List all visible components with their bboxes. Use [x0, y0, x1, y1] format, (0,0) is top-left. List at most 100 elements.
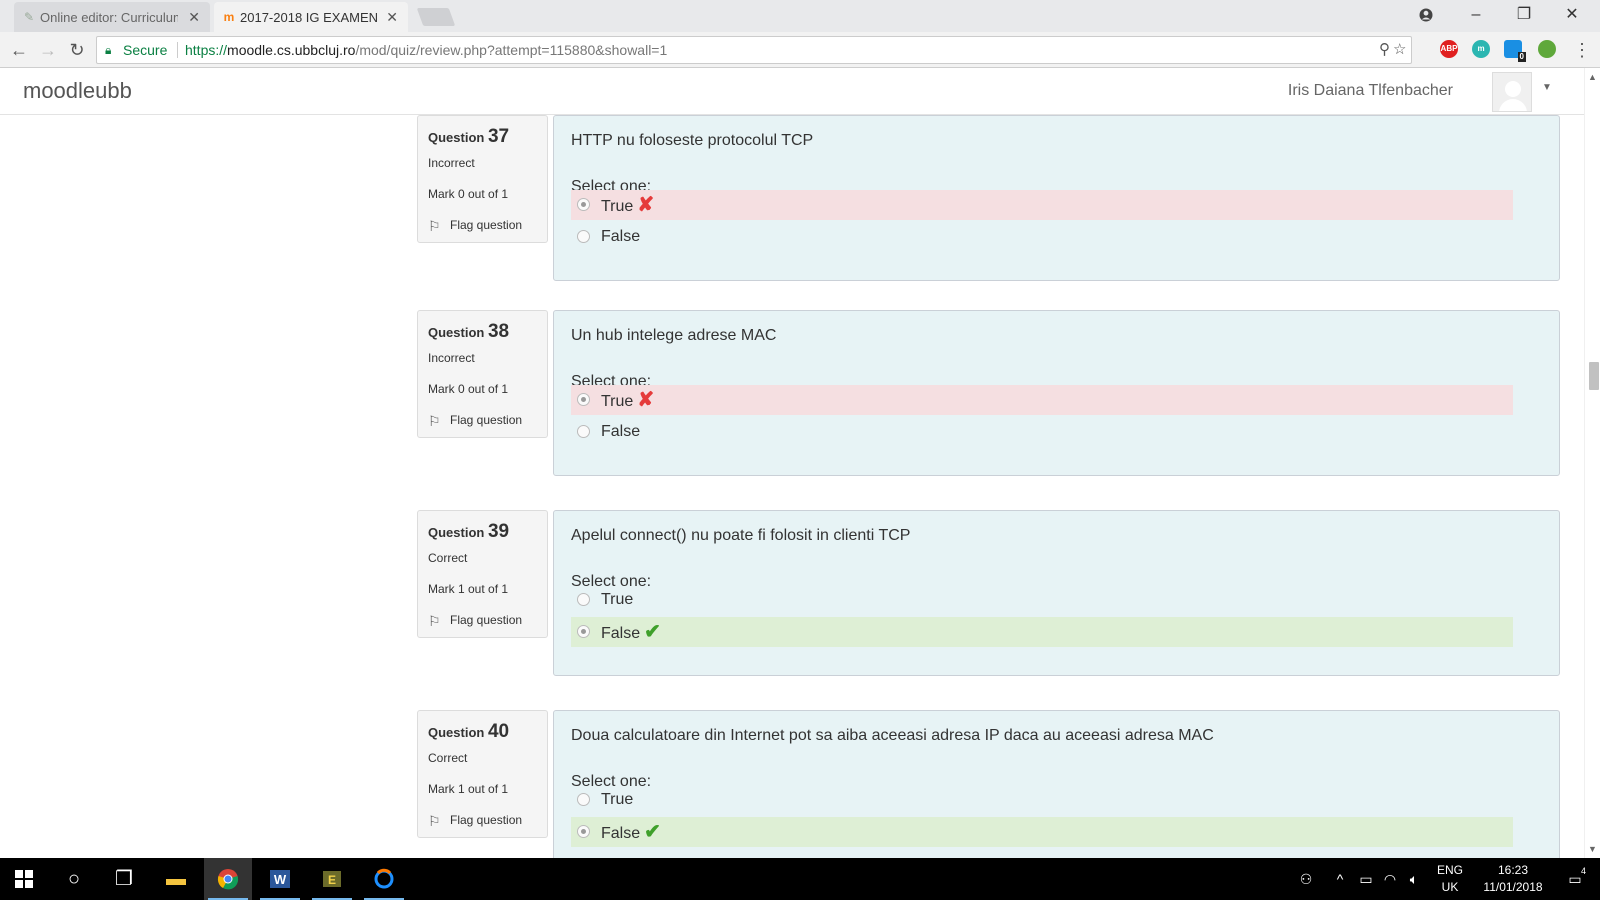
app-ring-icon[interactable]	[360, 858, 408, 900]
restore-icon[interactable]: ❐	[1500, 0, 1548, 32]
question-state: Incorrect	[428, 156, 475, 170]
language-code: ENG	[1436, 863, 1463, 877]
question-content: Un hub intelege adrese MAC Select one: T…	[553, 310, 1560, 476]
flag-question-link[interactable]: ⚐ Flag question	[428, 218, 537, 234]
extension-badge-icon[interactable]: 0	[1504, 40, 1526, 62]
menu-kebab-icon[interactable]: ⋮	[1570, 38, 1594, 62]
close-tab-icon[interactable]: ✕	[188, 9, 200, 26]
flag-icon: ⚐	[428, 613, 441, 629]
adblock-icon[interactable]: ABP	[1440, 40, 1458, 58]
globe-icon[interactable]	[1538, 40, 1556, 58]
option-label: False	[601, 625, 641, 642]
scroll-down-icon[interactable]: ▼	[1588, 844, 1597, 854]
extension-m-icon[interactable]: m	[1472, 40, 1490, 58]
radio-button[interactable]	[577, 793, 590, 806]
region-code: UK	[1441, 880, 1459, 894]
forward-arrow-icon[interactable]: →	[36, 38, 60, 62]
windows-start-icon[interactable]	[0, 858, 48, 900]
user-name[interactable]: Iris Daiana Tlfenbacher	[1288, 82, 1453, 100]
radio-button[interactable]	[577, 593, 590, 606]
answer-option[interactable]: True	[571, 585, 1513, 615]
wifi-icon[interactable]: ◠	[1380, 858, 1400, 900]
file-explorer-icon[interactable]: ▬	[152, 858, 200, 900]
radio-button[interactable]	[577, 198, 590, 211]
flag-question-link[interactable]: ⚐ Flag question	[428, 813, 537, 829]
flag-icon: ⚐	[428, 413, 441, 429]
flag-question-link[interactable]: ⚐ Flag question	[428, 413, 537, 429]
answer-option[interactable]: True ✘	[571, 385, 1513, 415]
option-label: False	[601, 423, 641, 440]
browser-toolbar: ← → ↻ 🔒︎ Secure https://moodle.cs.ubbclu…	[0, 32, 1600, 68]
option-label: True	[601, 791, 634, 808]
scroll-up-icon[interactable]: ▲	[1588, 72, 1597, 82]
answer-option[interactable]: False ✔	[571, 617, 1513, 647]
avatar[interactable]	[1492, 72, 1532, 112]
scrollbar-thumb[interactable]	[1589, 362, 1599, 390]
answer-option[interactable]: False ✔	[571, 817, 1513, 847]
divider	[177, 42, 178, 58]
answer-option[interactable]: False	[571, 222, 1513, 252]
notification-count: 4	[1580, 866, 1586, 876]
question-state: Correct	[428, 551, 468, 565]
correct-check-icon: ✔	[644, 821, 661, 843]
address-bar[interactable]: 🔒︎ Secure https://moodle.cs.ubbcluj.ro/m…	[96, 36, 1412, 64]
tab-online-editor[interactable]: ✎ Online editor: Curriculum ✕	[14, 2, 210, 32]
svg-text:E: E	[328, 873, 336, 887]
clock[interactable]: 16:23 11/01/2018	[1470, 862, 1556, 896]
close-window-icon[interactable]: ✕	[1548, 0, 1596, 32]
question-state: Incorrect	[428, 351, 475, 365]
answer-option[interactable]: False	[571, 417, 1513, 447]
tab-label: 2017-2018 IG EXAMEN	[240, 9, 379, 25]
notifications-icon[interactable]: ▭ 4	[1560, 858, 1590, 900]
volume-icon[interactable]: 🔈︎	[1404, 858, 1424, 900]
radio-button[interactable]	[577, 393, 590, 406]
radio-button[interactable]	[577, 230, 590, 243]
question-number: Question 38	[428, 321, 510, 342]
people-icon[interactable]: ⚇	[1294, 858, 1318, 900]
app-e-icon[interactable]: E	[308, 858, 356, 900]
clock-date: 11/01/2018	[1483, 880, 1543, 894]
chevron-down-icon[interactable]: ▼	[1542, 82, 1552, 93]
word-icon[interactable]: W	[256, 858, 304, 900]
profile-icon[interactable]	[1402, 0, 1450, 32]
question-content: HTTP nu foloseste protocolul TCP Select …	[553, 115, 1560, 281]
task-view-icon[interactable]: ❐	[100, 858, 148, 900]
chevron-up-icon[interactable]: ^	[1330, 858, 1350, 900]
question-grade: Mark 0 out of 1	[428, 382, 509, 396]
search-circle-icon[interactable]: ○	[50, 858, 98, 900]
radio-button[interactable]	[577, 425, 590, 438]
page-scrollbar[interactable]: ▲ ▼	[1584, 68, 1600, 858]
url-host: moodle.cs.ubbcluj.ro	[227, 42, 356, 58]
question-info: Question 38 Incorrect Mark 0 out of 1 ⚐ F…	[417, 310, 548, 438]
option-label: False	[601, 228, 641, 245]
radio-button[interactable]	[577, 625, 590, 638]
new-tab-button[interactable]	[416, 8, 456, 26]
pencil-icon: ✎	[23, 10, 35, 24]
question-grade: Mark 1 out of 1	[428, 782, 509, 796]
option-label: False	[601, 825, 641, 842]
radio-button[interactable]	[577, 825, 590, 838]
close-tab-icon[interactable]: ✕	[386, 9, 398, 26]
back-arrow-icon[interactable]: ←	[7, 38, 31, 62]
lock-icon: 🔒︎	[105, 43, 112, 57]
bookmark-star-icon[interactable]: ☆	[1393, 37, 1406, 63]
answer-option[interactable]: True	[571, 785, 1513, 815]
answer-option[interactable]: True ✘	[571, 190, 1513, 220]
site-brand[interactable]: moodleubb	[23, 78, 132, 104]
avatar-body	[1499, 99, 1527, 111]
quiz-review-content: Question 37 Incorrect Mark 0 out of 1 ⚐ F…	[0, 115, 1584, 858]
clock-time: 16:23	[1497, 863, 1529, 877]
chrome-icon[interactable]	[204, 858, 252, 900]
moodle-navbar: moodleubb Iris Daiana Tlfenbacher ▼	[0, 68, 1584, 115]
reload-icon[interactable]: ↻	[65, 38, 89, 62]
question-grade: Mark 0 out of 1	[428, 187, 509, 201]
battery-icon[interactable]: ▭	[1356, 858, 1376, 900]
zoom-icon[interactable]: ⚲	[1379, 37, 1390, 63]
language-indicator[interactable]: ENG UK	[1430, 862, 1470, 896]
flag-question-link[interactable]: ⚐ Flag question	[428, 613, 537, 629]
question-text: Doua calculatoare din Internet pot sa ai…	[571, 727, 1214, 744]
question-info: Question 40 Correct Mark 1 out of 1 ⚐ Fla…	[417, 710, 548, 838]
tab-ig-examen[interactable]: m 2017-2018 IG EXAMEN ✕	[214, 2, 408, 32]
minimize-icon[interactable]: –	[1452, 0, 1500, 32]
incorrect-icon: ✘	[637, 194, 655, 216]
